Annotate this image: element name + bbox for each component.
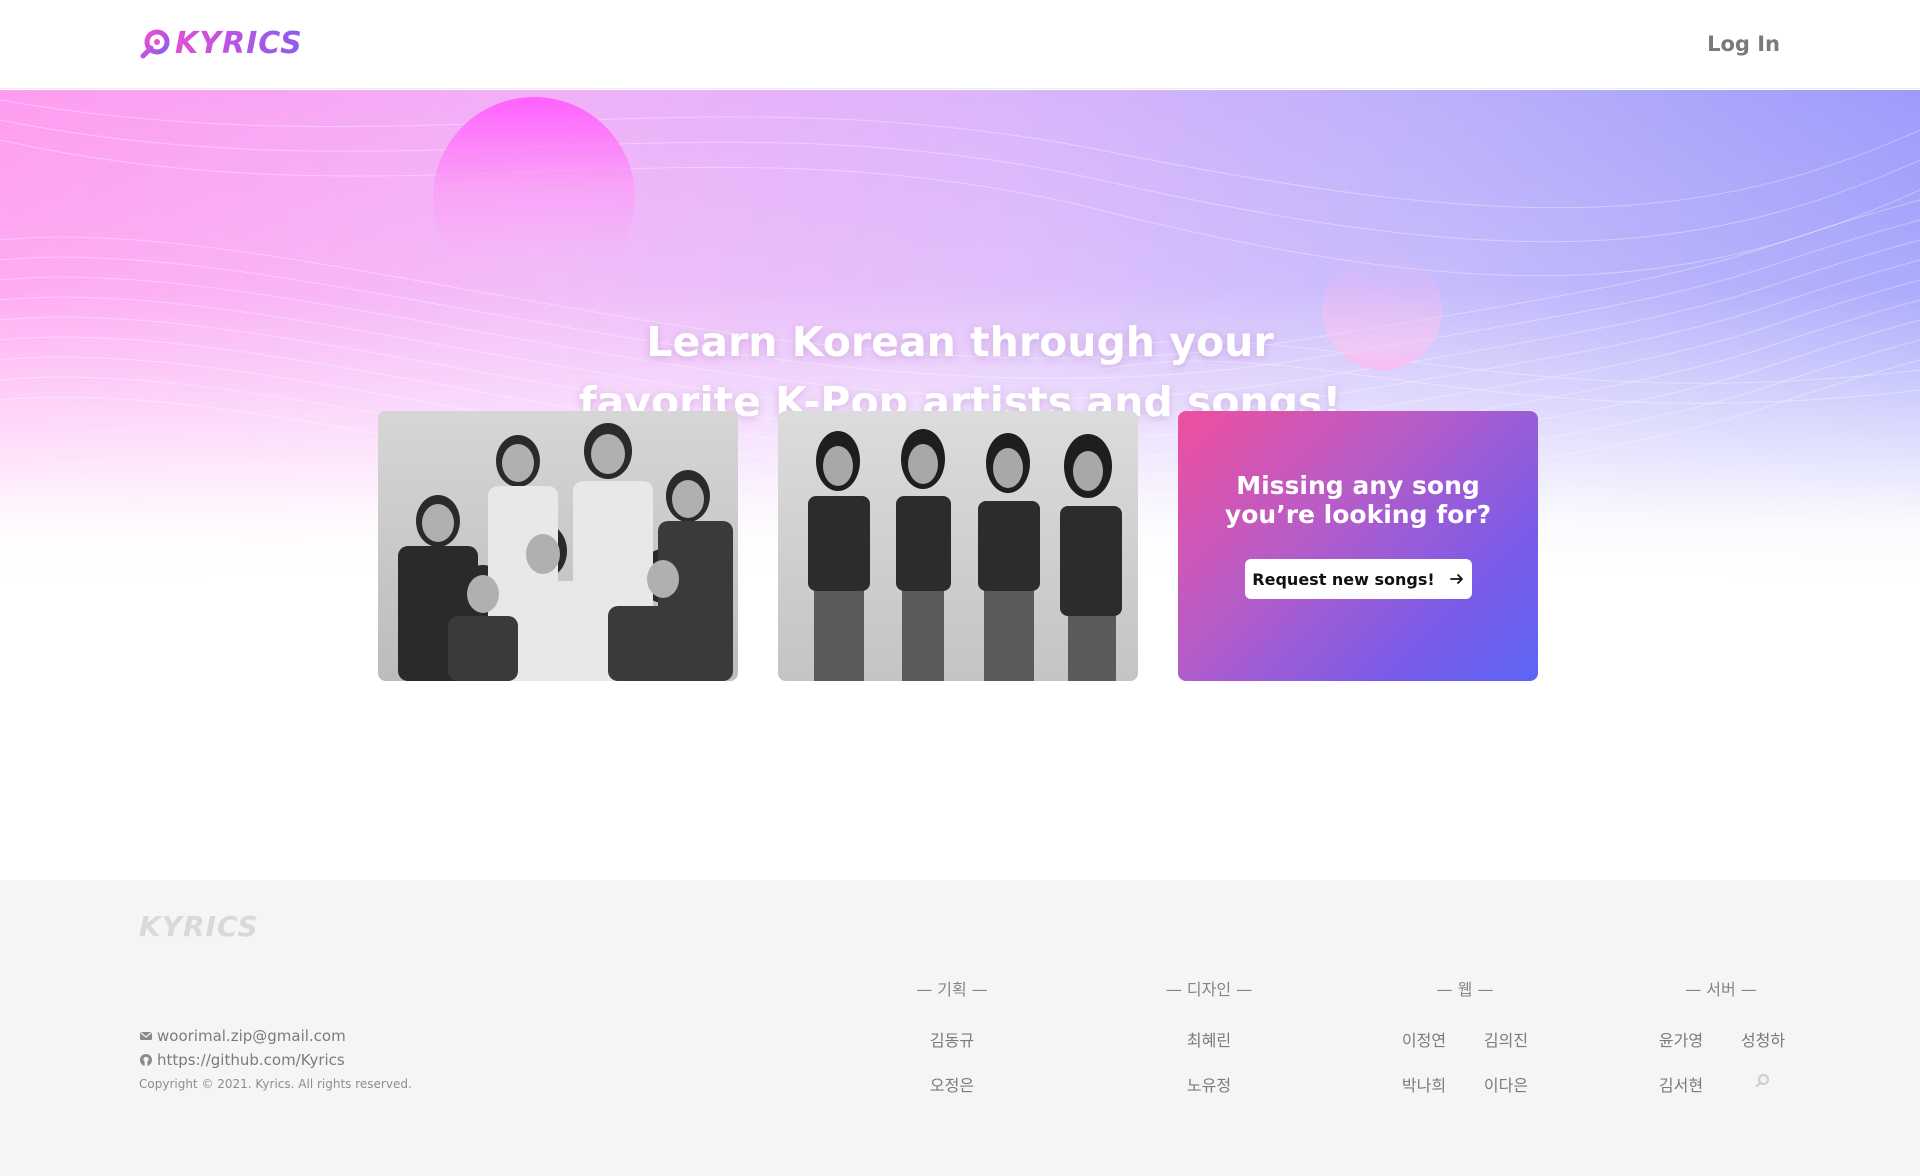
artist-card-blackpink[interactable] bbox=[778, 411, 1138, 681]
team-title-planning: — 기획 — bbox=[916, 980, 988, 999]
artist-card-bts[interactable] bbox=[378, 411, 738, 681]
kyrics-logo[interactable]: KYRICS bbox=[139, 25, 303, 61]
team-title-web: — 웹 — bbox=[1436, 980, 1494, 999]
small-logo-icon bbox=[1755, 1072, 1771, 1088]
team-member: 성청하 bbox=[1740, 1031, 1786, 1050]
team-title-design: — 디자인 — bbox=[1165, 980, 1253, 999]
team-member: 최혜린 bbox=[1186, 1031, 1232, 1050]
arrow-right-icon bbox=[1449, 571, 1465, 587]
team-title-server: — 서버 — bbox=[1685, 980, 1757, 999]
request-button-label: Request new songs! bbox=[1252, 569, 1435, 589]
logo-text: KYRICS bbox=[175, 25, 303, 61]
email-text: woorimal.zip@gmail.com bbox=[157, 1027, 346, 1045]
login-link[interactable]: Log In bbox=[1707, 32, 1780, 56]
github-row[interactable]: https://github.com/Kyrics bbox=[139, 1048, 412, 1072]
footer: KYRICS woorimal.zip@gmail.com https://gi… bbox=[0, 880, 1920, 1176]
team-member: 박나희 bbox=[1401, 1076, 1447, 1095]
footer-logo: KYRICS bbox=[139, 910, 259, 943]
contact-info: woorimal.zip@gmail.com https://github.co… bbox=[139, 1024, 412, 1094]
request-songs-button[interactable]: Request new songs! bbox=[1245, 559, 1472, 599]
team-member: 김동규 bbox=[929, 1031, 975, 1050]
request-title: Missing any song you’re looking for? bbox=[1224, 471, 1492, 529]
github-icon bbox=[139, 1053, 153, 1067]
copyright: Copyright © 2021. Kyrics. All rights res… bbox=[139, 1077, 412, 1091]
team-member: 이정연 bbox=[1401, 1031, 1447, 1050]
email-row[interactable]: woorimal.zip@gmail.com bbox=[139, 1024, 412, 1048]
github-link: https://github.com/Kyrics bbox=[157, 1051, 345, 1069]
top-nav: KYRICS Log In bbox=[0, 0, 1920, 89]
team-member: 이다은 bbox=[1483, 1076, 1529, 1095]
logo-mark-icon bbox=[139, 26, 173, 60]
headline-line-1: Learn Korean through your bbox=[646, 318, 1274, 366]
request-song-card: Missing any song you’re looking for? Req… bbox=[1178, 411, 1538, 681]
team-member: 김의진 bbox=[1483, 1031, 1529, 1050]
group-photo-image bbox=[778, 411, 1138, 681]
team-member: 노유정 bbox=[1186, 1076, 1232, 1095]
team-member: 김서현 bbox=[1658, 1076, 1704, 1095]
team-member: 오정은 bbox=[929, 1076, 975, 1095]
mail-icon bbox=[139, 1029, 153, 1043]
team-member: 윤가영 bbox=[1658, 1031, 1704, 1050]
group-photo-image bbox=[378, 411, 738, 681]
